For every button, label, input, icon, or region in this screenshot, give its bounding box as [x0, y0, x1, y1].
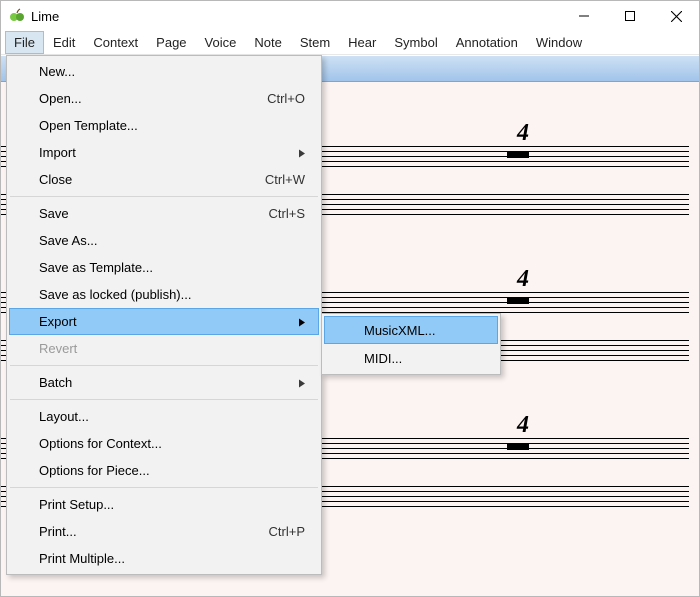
- submenu-musicxml[interactable]: MusicXML...: [324, 316, 498, 344]
- chevron-right-icon: [299, 375, 305, 390]
- separator: [10, 196, 318, 197]
- separator: [10, 487, 318, 488]
- menu-bar: File Edit Context Page Voice Note Stem H…: [1, 31, 699, 55]
- whole-rest: [507, 297, 529, 304]
- menu-edit[interactable]: Edit: [44, 31, 84, 54]
- menu-options-piece[interactable]: Options for Piece...: [9, 457, 319, 484]
- menu-save[interactable]: SaveCtrl+S: [9, 200, 319, 227]
- menu-export[interactable]: Export: [9, 308, 319, 335]
- menu-layout[interactable]: Layout...: [9, 403, 319, 430]
- time-signature: 4: [517, 120, 529, 147]
- menu-options-context[interactable]: Options for Context...: [9, 430, 319, 457]
- time-signature: 4: [517, 266, 529, 293]
- menu-stem[interactable]: Stem: [291, 31, 339, 54]
- title-bar: Lime: [1, 1, 699, 31]
- menu-save-as-locked[interactable]: Save as locked (publish)...: [9, 281, 319, 308]
- export-submenu: MusicXML... MIDI...: [321, 313, 501, 375]
- menu-print[interactable]: Print...Ctrl+P: [9, 518, 319, 545]
- menu-batch[interactable]: Batch: [9, 369, 319, 396]
- menu-window[interactable]: Window: [527, 31, 591, 54]
- whole-rest: [507, 151, 529, 158]
- whole-rest: [507, 443, 529, 450]
- menu-context[interactable]: Context: [84, 31, 147, 54]
- chevron-right-icon: [299, 145, 305, 160]
- menu-note[interactable]: Note: [245, 31, 290, 54]
- menu-print-multiple[interactable]: Print Multiple...: [9, 545, 319, 572]
- menu-save-as-template[interactable]: Save as Template...: [9, 254, 319, 281]
- menu-revert: Revert: [9, 335, 319, 362]
- separator: [10, 399, 318, 400]
- menu-symbol[interactable]: Symbol: [385, 31, 446, 54]
- maximize-button[interactable]: [607, 1, 653, 31]
- main-window: Lime File Edit Context Page Voice Note S…: [0, 0, 700, 597]
- menu-page[interactable]: Page: [147, 31, 195, 54]
- menu-voice[interactable]: Voice: [196, 31, 246, 54]
- menu-open-template[interactable]: Open Template...: [9, 112, 319, 139]
- chevron-right-icon: [299, 314, 305, 329]
- menu-print-setup[interactable]: Print Setup...: [9, 491, 319, 518]
- menu-save-as[interactable]: Save As...: [9, 227, 319, 254]
- app-icon: [9, 8, 25, 24]
- menu-new[interactable]: New...: [9, 58, 319, 85]
- menu-close[interactable]: CloseCtrl+W: [9, 166, 319, 193]
- menu-import[interactable]: Import: [9, 139, 319, 166]
- menu-hear[interactable]: Hear: [339, 31, 385, 54]
- menu-open[interactable]: Open...Ctrl+O: [9, 85, 319, 112]
- separator: [10, 365, 318, 366]
- window-title: Lime: [31, 9, 561, 24]
- menu-annotation[interactable]: Annotation: [447, 31, 527, 54]
- minimize-button[interactable]: [561, 1, 607, 31]
- time-signature: 4: [517, 412, 529, 439]
- submenu-midi[interactable]: MIDI...: [324, 344, 498, 372]
- window-controls: [561, 1, 699, 31]
- file-menu-dropdown: New... Open...Ctrl+O Open Template... Im…: [6, 55, 322, 575]
- close-button[interactable]: [653, 1, 699, 31]
- menu-file[interactable]: File: [5, 31, 44, 54]
